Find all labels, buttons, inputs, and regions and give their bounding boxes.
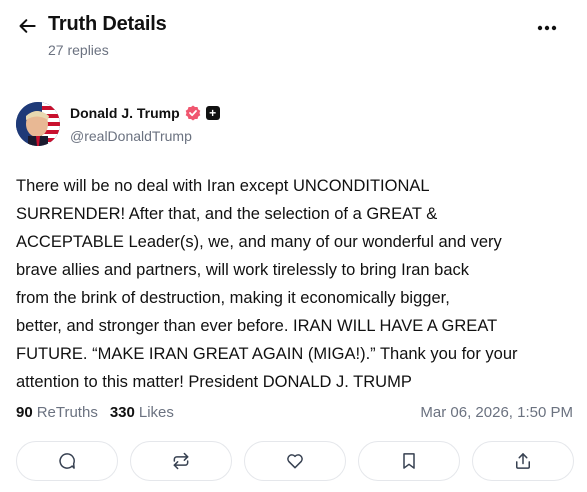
avatar-image bbox=[16, 102, 60, 146]
like-icon bbox=[287, 454, 303, 469]
retruth-icon bbox=[173, 452, 189, 470]
reply-count: 27 replies bbox=[48, 42, 109, 58]
avatar[interactable] bbox=[16, 102, 60, 146]
author-name[interactable]: Donald J. Trump bbox=[70, 105, 180, 121]
post-stats: 90 ReTruths 330 Likes bbox=[16, 404, 186, 421]
like-button[interactable] bbox=[244, 441, 346, 481]
more-horizontal-icon bbox=[537, 25, 557, 31]
truth-details-page: Truth Details 27 replies Donald J. Trump bbox=[0, 0, 587, 492]
bookmark-icon bbox=[403, 453, 415, 469]
truth-plus-badge-icon: + bbox=[205, 106, 220, 120]
back-button[interactable] bbox=[16, 14, 40, 38]
verified-badge-icon bbox=[185, 105, 201, 121]
author-name-row: Donald J. Trump + bbox=[70, 105, 220, 121]
retruths-label: ReTruths bbox=[36, 404, 98, 421]
likes-count: 330 bbox=[109, 404, 135, 421]
likes-label: Likes bbox=[138, 404, 174, 421]
more-options-button[interactable] bbox=[533, 16, 561, 40]
share-icon bbox=[516, 453, 530, 469]
retruths-stat[interactable]: 90 ReTruths bbox=[16, 404, 98, 421]
reply-icon bbox=[59, 453, 75, 469]
bookmark-button[interactable] bbox=[358, 441, 460, 481]
retruths-count: 90 bbox=[16, 404, 33, 421]
action-bar bbox=[16, 441, 574, 481]
reply-button[interactable] bbox=[16, 441, 118, 481]
share-button[interactable] bbox=[472, 441, 574, 481]
post-text: There will be no deal with Iran except U… bbox=[16, 177, 518, 391]
retruth-button[interactable] bbox=[130, 441, 232, 481]
arrow-left-icon bbox=[19, 19, 36, 33]
likes-stat[interactable]: 330 Likes bbox=[110, 404, 174, 421]
author-handle[interactable]: @realDonaldTrump bbox=[70, 128, 192, 144]
page-title: Truth Details bbox=[48, 13, 167, 35]
post-timestamp: Mar 06, 2026, 1:50 PM bbox=[420, 404, 573, 421]
